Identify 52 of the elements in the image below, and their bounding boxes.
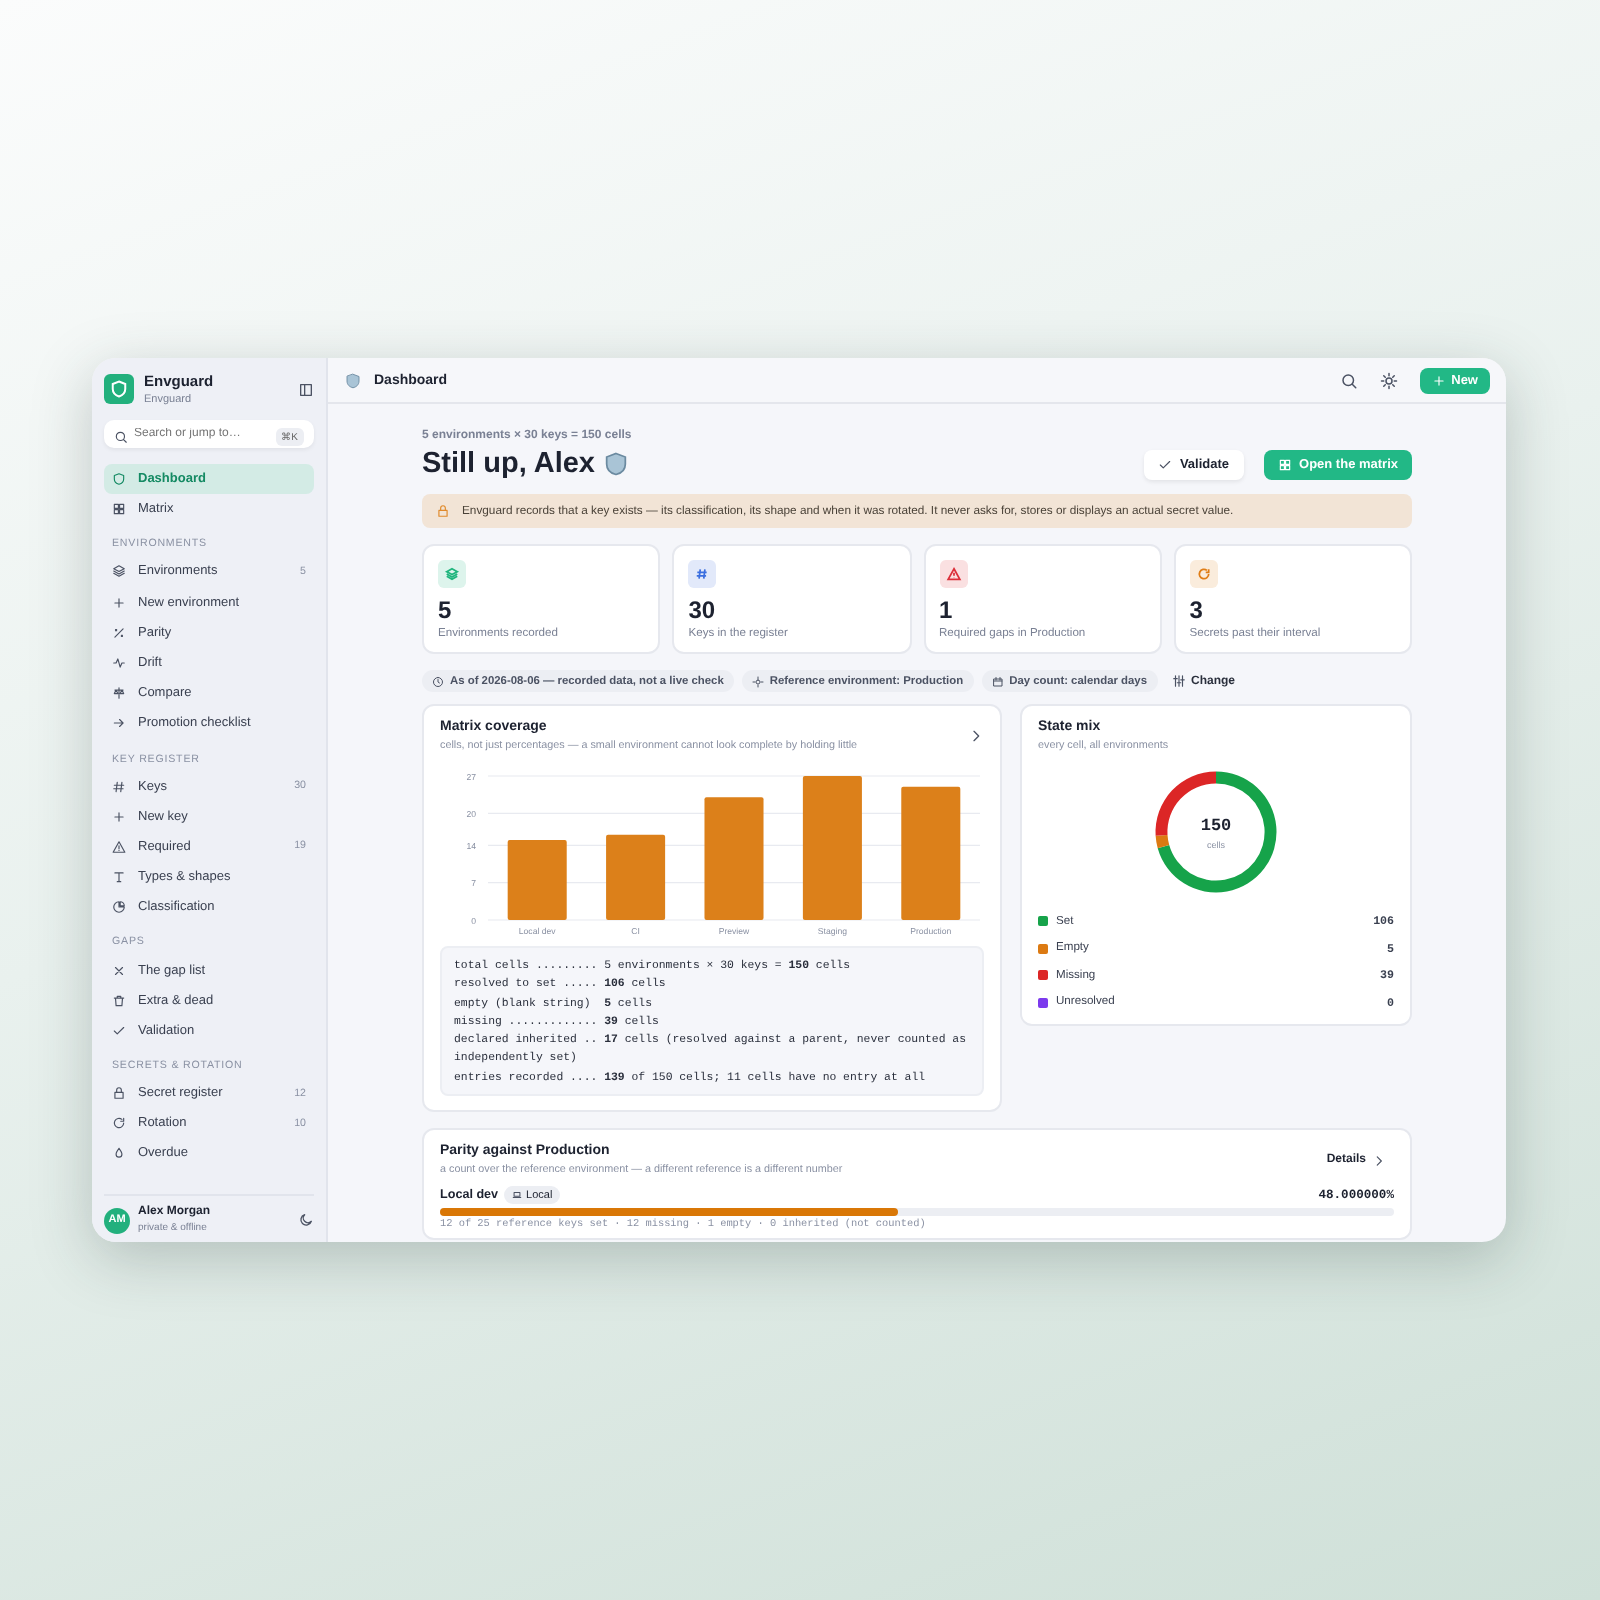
calendar-icon — [991, 675, 1004, 687]
x-icon — [112, 963, 126, 978]
shield-icon — [602, 450, 631, 478]
shield-icon — [344, 371, 362, 389]
bar — [507, 840, 567, 920]
refresh-icon — [1189, 560, 1218, 588]
bar — [704, 797, 764, 920]
lock-icon — [436, 504, 450, 518]
sun-icon[interactable] — [1379, 371, 1398, 389]
laptop-icon — [512, 1190, 523, 1201]
greeting: Still up, Alex — [422, 448, 595, 480]
layers-icon — [112, 564, 126, 579]
trash-icon — [112, 993, 126, 1008]
bar — [901, 786, 961, 920]
refresh-icon — [112, 1116, 126, 1131]
hash-icon — [688, 560, 717, 588]
shield-logo-icon — [104, 374, 134, 404]
stat-value: 1 — [939, 596, 953, 624]
scale-icon — [112, 686, 126, 701]
stat-value: 5 — [438, 596, 452, 624]
plus-icon — [1431, 373, 1446, 387]
clock-icon — [432, 675, 444, 687]
donut-total: 150 — [1200, 815, 1232, 835]
moon-icon[interactable] — [298, 1212, 314, 1228]
stat-value: 30 — [688, 596, 716, 624]
chevron-icon[interactable] — [968, 728, 984, 744]
grid-icon — [1277, 457, 1292, 471]
search-icon[interactable] — [1339, 371, 1358, 389]
hash-icon — [112, 779, 126, 794]
drop-icon — [112, 1146, 126, 1161]
pie-icon — [112, 900, 126, 915]
percent-icon — [112, 625, 126, 640]
warning-icon — [112, 839, 126, 854]
plus-icon — [112, 595, 126, 610]
check-icon — [1157, 457, 1172, 471]
check-icon — [112, 1023, 126, 1038]
layers-icon — [438, 560, 466, 588]
plus-icon — [112, 809, 126, 824]
grid-icon — [112, 502, 126, 517]
lock-icon — [112, 1086, 126, 1101]
arrow-icon — [112, 716, 126, 731]
chevron-icon — [1372, 1153, 1386, 1168]
bar — [606, 834, 666, 920]
warning-icon — [939, 560, 967, 588]
bar — [802, 776, 862, 920]
search-icon — [114, 429, 128, 443]
shield-icon — [112, 472, 126, 487]
sidebar-toggle-icon[interactable] — [298, 381, 314, 397]
sliders-icon — [1171, 674, 1185, 688]
stat-value: 3 — [1189, 596, 1203, 624]
pulse-icon — [112, 656, 126, 671]
text-icon — [112, 870, 126, 885]
